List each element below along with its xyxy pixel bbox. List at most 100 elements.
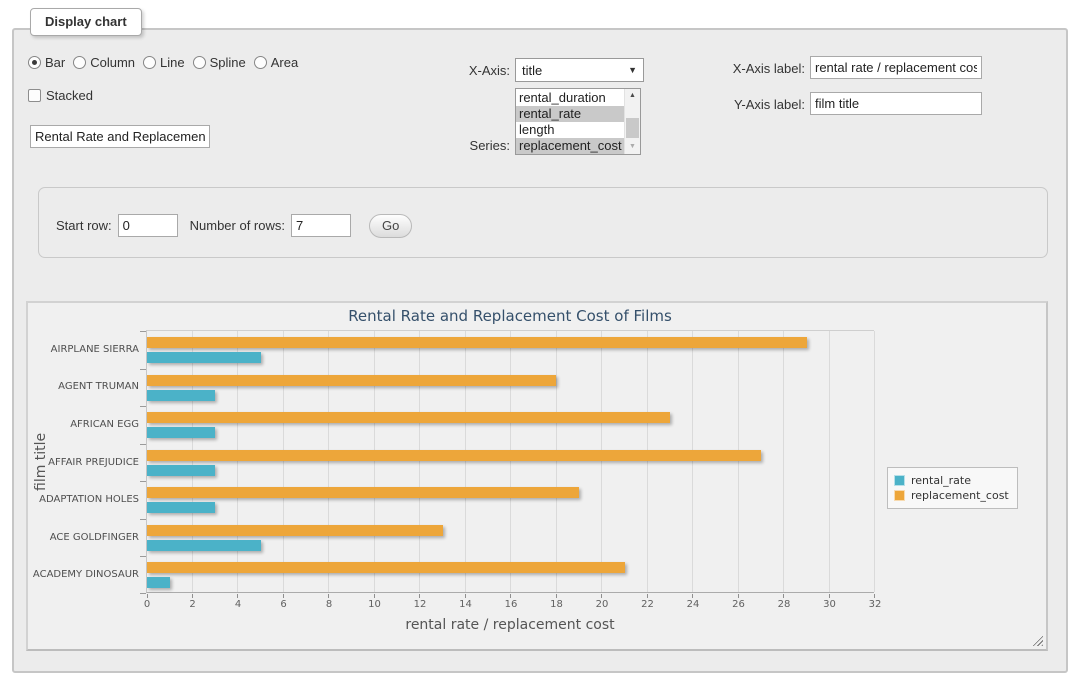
category-label: ACE GOLDFINGER [27, 532, 139, 543]
bar-replacement_cost [147, 487, 579, 498]
scroll-down-icon[interactable]: ▼ [625, 140, 640, 154]
bar-replacement_cost [147, 337, 807, 348]
series-listbox[interactable]: rental_durationrental_ratelengthreplacem… [515, 88, 641, 155]
series-option-rental_rate[interactable]: rental_rate [516, 106, 624, 122]
category-label: AFFAIR PREJUDICE [27, 457, 139, 468]
scroll-up-icon[interactable]: ▲ [625, 89, 640, 103]
x-tick-label: 8 [314, 599, 344, 610]
legend-swatch [894, 475, 905, 486]
x-tick-label: 18 [542, 599, 572, 610]
x-axis-select-label: X-Axis: [430, 63, 510, 78]
x-axis-label-input[interactable] [810, 56, 982, 79]
chevron-down-icon: ▼ [628, 65, 637, 75]
go-button[interactable]: Go [369, 214, 412, 238]
x-axis-title: rental rate / replacement cost [146, 617, 874, 633]
chart-type-radio-line[interactable]: Line [143, 55, 185, 70]
resize-handle-icon[interactable] [1030, 633, 1043, 646]
bar-rental_rate [147, 390, 215, 401]
x-axis-select[interactable]: title ▼ [515, 58, 644, 82]
radio-icon[interactable] [193, 56, 206, 69]
gridline [692, 331, 693, 592]
chart-type-radio-area[interactable]: Area [254, 55, 298, 70]
series-scrollbar[interactable]: ▲ ▼ [624, 89, 640, 154]
chart-panel: Rental Rate and Replacement Cost of Film… [26, 301, 1048, 651]
legend-item-replacement_cost[interactable]: replacement_cost [894, 489, 1009, 502]
category-tick [140, 369, 146, 370]
gridline [510, 331, 511, 592]
chart-type-radio-column[interactable]: Column [73, 55, 135, 70]
bar-rental_rate [147, 427, 215, 438]
category-label: AGENT TRUMAN [27, 381, 139, 392]
gridline [601, 331, 602, 592]
start-row-label: Start row: [56, 218, 112, 233]
category-tick [140, 444, 146, 445]
radio-label: Bar [45, 55, 65, 70]
gridline [738, 331, 739, 592]
plot-area: 02468101214161820222426283032AIRPLANE SI… [146, 330, 874, 593]
x-tick-label: 16 [496, 599, 526, 610]
gridline [556, 331, 557, 592]
y-axis-label-input[interactable] [810, 92, 982, 115]
x-tick-label: 6 [269, 599, 299, 610]
x-tick-label: 26 [724, 599, 754, 610]
gridline [237, 331, 238, 592]
legend-label: rental_rate [911, 474, 971, 487]
x-axis-tick [192, 594, 193, 598]
x-tick-label: 2 [178, 599, 208, 610]
x-axis-selected-value: title [522, 63, 542, 78]
radio-label: Spline [210, 55, 246, 70]
bar-replacement_cost [147, 412, 670, 423]
x-axis-tick [647, 594, 648, 598]
x-axis-label-label: X-Axis label: [700, 61, 805, 76]
gridline [647, 331, 648, 592]
chart-title-input[interactable] [30, 125, 210, 148]
x-tick-label: 12 [405, 599, 435, 610]
x-axis-tick [510, 594, 511, 598]
series-option-rental_duration[interactable]: rental_duration [516, 90, 624, 106]
x-axis-tick [328, 594, 329, 598]
num-rows-label: Number of rows: [190, 218, 285, 233]
x-axis-tick [874, 594, 875, 598]
x-axis-tick [147, 594, 148, 598]
x-tick-label: 32 [860, 599, 890, 610]
radio-icon[interactable] [28, 56, 41, 69]
radio-icon[interactable] [143, 56, 156, 69]
x-tick-label: 14 [451, 599, 481, 610]
series-option-replacement_cost[interactable]: replacement_cost [516, 138, 624, 154]
gridline [465, 331, 466, 592]
x-axis-tick [738, 594, 739, 598]
start-row-input[interactable] [118, 214, 178, 237]
gridline [783, 331, 784, 592]
bar-replacement_cost [147, 525, 443, 536]
row-controls-panel: Start row: Number of rows: Go [38, 187, 1048, 258]
gridline [192, 331, 193, 592]
x-axis-tick [374, 594, 375, 598]
chart-type-radio-spline[interactable]: Spline [193, 55, 246, 70]
series-option-length[interactable]: length [516, 122, 624, 138]
category-tick [140, 593, 146, 594]
x-tick-label: 0 [132, 599, 162, 610]
bar-rental_rate [147, 465, 215, 476]
bar-rental_rate [147, 352, 261, 363]
display-chart-fieldset: BarColumnLineSplineArea Stacked X-Axis: … [12, 28, 1068, 673]
stacked-checkbox[interactable] [28, 89, 41, 102]
bar-replacement_cost [147, 375, 556, 386]
bar-rental_rate [147, 502, 215, 513]
radio-icon[interactable] [73, 56, 86, 69]
x-tick-label: 4 [223, 599, 253, 610]
gridline [328, 331, 329, 592]
x-tick-label: 28 [769, 599, 799, 610]
legend-label: replacement_cost [911, 489, 1009, 502]
category-tick [140, 406, 146, 407]
radio-icon[interactable] [254, 56, 267, 69]
scrollbar-thumb[interactable] [626, 118, 639, 138]
x-axis-tick [419, 594, 420, 598]
legend-item-rental_rate[interactable]: rental_rate [894, 474, 1009, 487]
chart-legend: rental_rate replacement_cost [887, 467, 1018, 509]
num-rows-input[interactable] [291, 214, 351, 237]
category-tick [140, 481, 146, 482]
chart-type-radio-bar[interactable]: Bar [28, 55, 65, 70]
radio-label: Line [160, 55, 185, 70]
category-label: ADAPTATION HOLES [27, 494, 139, 505]
y-axis-label-label: Y-Axis label: [700, 97, 805, 112]
